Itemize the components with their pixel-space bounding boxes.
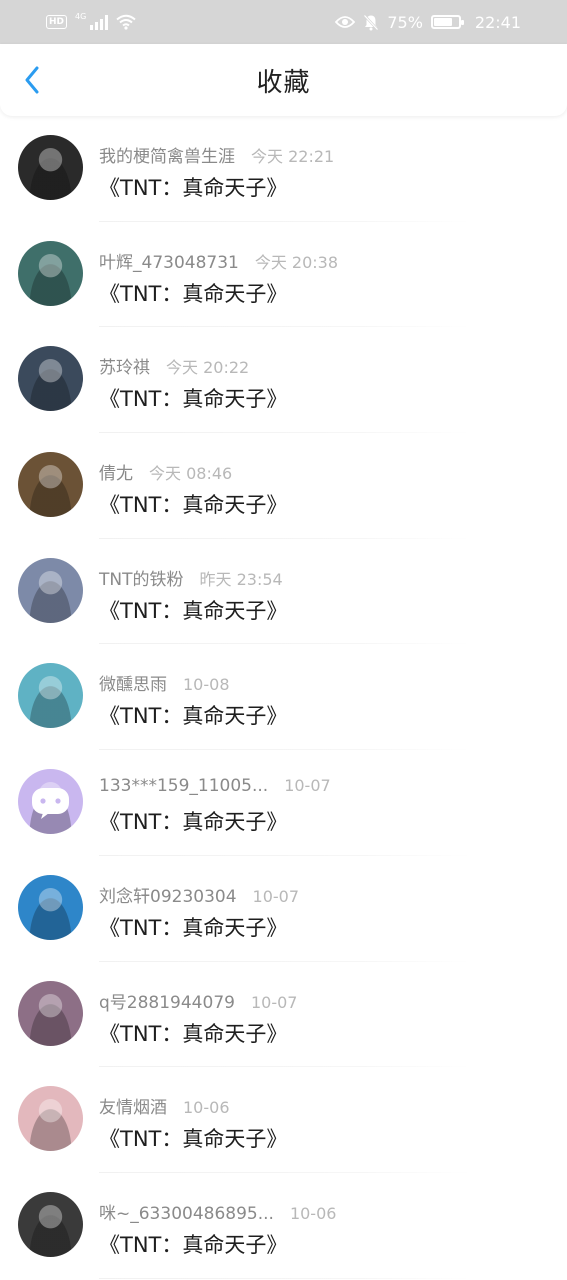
item-meta: q号2881944079 10-07 [99, 988, 297, 1013]
user-name[interactable]: 咪~_63300486895... [99, 1199, 274, 1224]
clock: 22:41 [474, 12, 521, 32]
page-title: 收藏 [256, 67, 311, 98]
status-left: HD 4G [46, 11, 136, 30]
item-meta: 微醺思雨 10-08 [99, 670, 230, 695]
status-right: 75% 22:41 [335, 13, 521, 32]
battery-icon [430, 15, 464, 29]
chat-bubble-icon [32, 788, 69, 820]
timestamp: 10-07 [284, 776, 331, 796]
user-name[interactable]: 倩尢 [99, 459, 133, 484]
timestamp: 今天 08:46 [149, 464, 233, 484]
avatar[interactable] [18, 346, 83, 412]
list-item[interactable]: 刘念轩09230304 10-07 《TNT：真命天子》 [0, 856, 567, 962]
avatar[interactable] [18, 980, 83, 1046]
signal-icon [90, 14, 109, 30]
nav-bar: 收藏 [0, 44, 567, 116]
item-meta: 倩尢 今天 08:46 [99, 459, 232, 484]
list-item[interactable]: 微醺思雨 10-08 《TNT：真命天子》 [0, 644, 567, 751]
list-item[interactable]: 苏玲祺 今天 20:22 《TNT：真命天子》 [0, 327, 567, 434]
list-item[interactable]: 133***159_11005... 10-07 《TNT：真命天子》 [0, 750, 567, 856]
hd-badge: HD [46, 15, 68, 29]
timestamp: 10-07 [250, 992, 298, 1012]
item-meta: 友情烟酒 10-06 [99, 1093, 230, 1118]
item-title[interactable]: 《TNT：真命天子》 [99, 1018, 287, 1048]
avatar[interactable] [18, 1191, 83, 1257]
item-meta: 叶辉_473048731 今天 20:38 [99, 248, 338, 273]
avatar[interactable] [18, 1086, 83, 1152]
divider [99, 1277, 471, 1279]
network-type: 4G [75, 11, 87, 21]
status-bar: HD 4G 75% 22:41 [0, 0, 567, 44]
avatar[interactable] [18, 557, 83, 623]
item-title[interactable]: 《TNT：真命天子》 [99, 172, 287, 202]
timestamp: 10-08 [183, 675, 230, 695]
list-item[interactable]: 倩尢 今天 08:46 《TNT：真命天子》 [0, 433, 567, 539]
item-title[interactable]: 《TNT：真命天子》 [99, 806, 287, 836]
favorites-list: 我的梗简禽兽生涯 今天 22:21 《TNT：真命天子》 叶辉_473048731 今天… [0, 116, 567, 1279]
timestamp: 今天 22:21 [251, 147, 335, 166]
user-name[interactable]: 刘念轩09230304 [99, 882, 237, 907]
battery-percent: 75% [387, 12, 423, 32]
list-item[interactable]: 我的梗简禽兽生涯 今天 22:21 《TNT：真命天子》 [0, 116, 567, 222]
avatar[interactable] [18, 874, 83, 940]
bell-mute-icon [363, 14, 379, 30]
item-title[interactable]: 《TNT：真命天子》 [99, 1123, 287, 1153]
avatar[interactable] [18, 135, 83, 200]
list-item[interactable]: TNT的铁粉 昨天 23:54 《TNT：真命天子》 [0, 539, 567, 645]
list-item[interactable]: 咪~_63300486895... 10-06 《TNT：真命天子》 [0, 1173, 567, 1279]
back-button[interactable] [18, 66, 46, 94]
item-title[interactable]: 《TNT：真命天子》 [99, 700, 287, 730]
item-title[interactable]: 《TNT：真命天子》 [99, 1229, 287, 1259]
list-item[interactable]: q号2881944079 10-07 《TNT：真命天子》 [0, 962, 567, 1068]
user-name[interactable]: TNT的铁粉 [99, 565, 184, 590]
item-meta: 刘念轩09230304 10-07 [99, 882, 299, 907]
item-meta: 我的梗简禽兽生涯 今天 22:21 [99, 142, 334, 167]
avatar[interactable] [18, 240, 83, 306]
item-title[interactable]: 《TNT：真命天子》 [99, 489, 287, 519]
chevron-left-icon [25, 66, 39, 94]
item-title[interactable]: 《TNT：真命天子》 [99, 383, 287, 413]
item-title[interactable]: 《TNT：真命天子》 [99, 912, 287, 942]
item-meta: 133***159_11005... 10-07 [99, 776, 331, 796]
timestamp: 今天 20:22 [166, 358, 250, 378]
user-name[interactable]: 微醺思雨 [99, 670, 167, 695]
avatar[interactable] [18, 452, 83, 518]
avatar[interactable] [18, 663, 83, 729]
user-name[interactable]: 叶辉_473048731 [99, 248, 239, 273]
timestamp: 10-06 [289, 1203, 337, 1223]
timestamp: 10-07 [252, 886, 300, 906]
user-name[interactable]: 133***159_11005... [99, 776, 268, 796]
timestamp: 昨天 23:54 [199, 569, 283, 589]
wifi-icon [116, 14, 136, 30]
user-name[interactable]: q号2881944079 [99, 988, 235, 1013]
eye-icon [335, 16, 356, 28]
timestamp: 今天 20:38 [254, 252, 339, 272]
user-name[interactable]: 苏玲祺 [99, 353, 150, 378]
avatar[interactable] [18, 769, 83, 835]
item-meta: 苏玲祺 今天 20:22 [99, 353, 249, 378]
user-name[interactable]: 我的梗简禽兽生涯 [99, 142, 235, 167]
timestamp: 10-06 [183, 1098, 230, 1118]
item-meta: 咪~_63300486895... 10-06 [99, 1199, 336, 1224]
user-name[interactable]: 友情烟酒 [99, 1093, 167, 1118]
list-item[interactable]: 友情烟酒 10-06 《TNT：真命天子》 [0, 1067, 567, 1173]
item-title[interactable]: 《TNT：真命天子》 [99, 278, 287, 308]
item-title[interactable]: 《TNT：真命天子》 [99, 595, 287, 625]
item-meta: TNT的铁粉 昨天 23:54 [99, 565, 283, 590]
list-item[interactable]: 叶辉_473048731 今天 20:38 《TNT：真命天子》 [0, 222, 567, 328]
